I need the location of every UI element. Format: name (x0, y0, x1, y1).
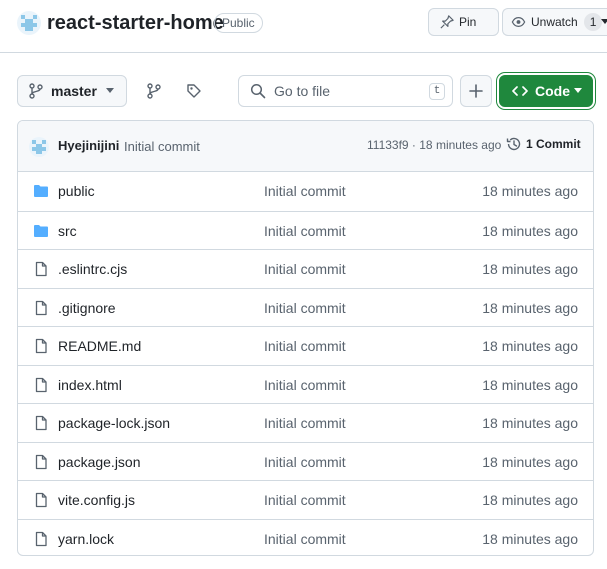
file-row[interactable]: public Initial commit 18 minutes ago (18, 172, 593, 211)
file-commit-time: 18 minutes ago (482, 453, 578, 470)
chevron-down-icon (106, 88, 114, 93)
file-row[interactable]: package.json Initial commit 18 minutes a… (18, 441, 593, 481)
branches-icon (147, 83, 161, 99)
commit-count-label: 1 Commit (526, 137, 581, 151)
unwatch-button[interactable]: Unwatch 1 (502, 8, 607, 36)
keyboard-shortcut-hint: t (429, 83, 445, 100)
code-button[interactable]: Code (499, 75, 593, 107)
file-commit-time: 18 minutes ago (482, 530, 578, 547)
latest-commit-bar: Hyejinijini Initial commit 11133f9 · 18 … (18, 121, 593, 172)
file-row[interactable]: package-lock.json Initial commit 18 minu… (18, 403, 593, 442)
file-commit-message[interactable]: Initial commit (264, 223, 346, 239)
file-name-link[interactable]: index.html (58, 377, 122, 393)
file-commit-time: 18 minutes ago (482, 415, 578, 431)
file-name-link[interactable]: .gitignore (58, 300, 116, 316)
file-row[interactable]: index.html Initial commit 18 minutes ago (18, 364, 593, 404)
go-to-file-search[interactable]: t (238, 75, 453, 107)
file-row[interactable]: yarn.lock Initial commit 18 minutes ago (18, 518, 593, 556)
visibility-badge: Public (214, 13, 263, 33)
branch-icon (29, 83, 43, 99)
file-icon (33, 300, 49, 316)
branch-select-button[interactable]: master (17, 75, 127, 107)
repo-name-link[interactable]: react-starter-home (47, 10, 224, 36)
commit-author-link[interactable]: Hyejinijini (58, 138, 119, 153)
search-icon (250, 83, 266, 99)
tags-link[interactable] (184, 81, 204, 101)
commit-hash-time[interactable]: 11133f9 · 18 minutes ago (367, 138, 501, 152)
file-name-link[interactable]: public (58, 183, 95, 199)
folder-icon (33, 183, 49, 199)
file-row[interactable]: src Initial commit 18 minutes ago (18, 210, 593, 250)
go-to-file-input[interactable] (274, 83, 414, 99)
unwatch-label: Unwatch (531, 15, 578, 29)
repo-owner-avatar[interactable] (17, 11, 41, 35)
branch-name: master (51, 83, 97, 99)
folder-icon (33, 223, 49, 239)
author-avatar[interactable] (29, 137, 49, 157)
file-commit-message[interactable]: Initial commit (264, 531, 346, 547)
file-name-link[interactable]: .eslintrc.cjs (58, 261, 127, 277)
file-commit-time: 18 minutes ago (482, 183, 578, 199)
file-icon (33, 415, 49, 431)
file-row[interactable]: .gitignore Initial commit 18 minutes ago (18, 287, 593, 327)
file-icon (33, 492, 49, 508)
file-commit-message[interactable]: Initial commit (264, 454, 346, 470)
commit-history-link[interactable]: 1 Commit (506, 136, 581, 152)
file-list: public Initial commit 18 minutes ago src… (18, 172, 593, 556)
file-name-link[interactable]: package-lock.json (58, 415, 170, 431)
file-name-link[interactable]: yarn.lock (58, 531, 114, 547)
pin-icon (440, 15, 454, 29)
plus-icon (469, 84, 483, 98)
pin-label: Pin (459, 15, 477, 29)
file-icon (33, 261, 49, 277)
file-name-link[interactable]: vite.config.js (58, 492, 135, 508)
code-icon (512, 86, 528, 96)
chevron-down-icon (601, 19, 607, 24)
repo-header: react-starter-home Public Pin Unwatch 1 (0, 0, 607, 53)
file-commit-time: 18 minutes ago (482, 261, 578, 277)
file-browser: Hyejinijini Initial commit 11133f9 · 18 … (17, 120, 594, 556)
file-row[interactable]: vite.config.js Initial commit 18 minutes… (18, 480, 593, 519)
add-file-button[interactable] (460, 75, 492, 107)
file-commit-message[interactable]: Initial commit (264, 492, 346, 508)
watch-count-badge: 1 (583, 13, 603, 31)
file-name-link[interactable]: src (58, 223, 77, 239)
file-icon (33, 377, 49, 393)
file-icon (33, 531, 49, 547)
file-commit-message[interactable]: Initial commit (264, 261, 346, 277)
file-commit-message[interactable]: Initial commit (264, 377, 346, 393)
branches-link[interactable] (144, 81, 164, 101)
file-commit-message[interactable]: Initial commit (264, 338, 346, 354)
eye-icon (511, 17, 526, 27)
file-commit-message[interactable]: Initial commit (264, 415, 346, 431)
code-toolbar: master t Code (0, 75, 607, 107)
tag-icon (187, 84, 201, 98)
file-name-link[interactable]: package.json (58, 454, 141, 470)
commit-message-link[interactable]: Initial commit (124, 139, 200, 154)
file-commit-time: 18 minutes ago (482, 222, 578, 239)
file-commit-time: 18 minutes ago (482, 338, 578, 354)
file-commit-time: 18 minutes ago (482, 376, 578, 393)
file-commit-message[interactable]: Initial commit (264, 183, 346, 199)
file-commit-message[interactable]: Initial commit (264, 300, 346, 316)
file-name-link[interactable]: README.md (58, 338, 141, 354)
file-row[interactable]: .eslintrc.cjs Initial commit 18 minutes … (18, 249, 593, 288)
pin-button[interactable]: Pin (428, 8, 499, 36)
file-commit-time: 18 minutes ago (482, 492, 578, 508)
file-icon (33, 454, 49, 470)
file-row[interactable]: README.md Initial commit 18 minutes ago (18, 326, 593, 365)
file-icon (33, 338, 49, 354)
code-label: Code (535, 83, 570, 99)
chevron-down-icon (574, 88, 582, 93)
file-commit-time: 18 minutes ago (482, 299, 578, 316)
history-icon (506, 137, 521, 151)
